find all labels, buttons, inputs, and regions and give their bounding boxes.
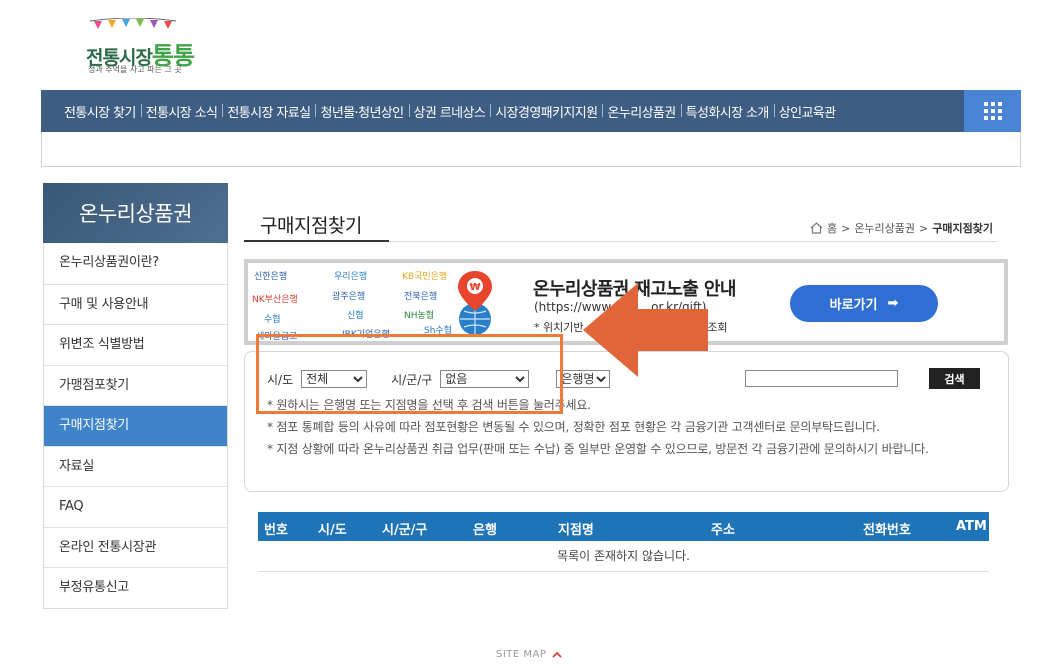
go-button-label: 바로가기 [829, 298, 878, 313]
search-button[interactable]: 검색 [929, 368, 980, 389]
all-menu-button[interactable] [964, 90, 1021, 132]
sidebar-item-branch-search[interactable]: 구매지점찾기 [44, 405, 227, 446]
nav-item-youth-mall[interactable]: 청년몰·청년상인 [315, 102, 408, 121]
sidebar-item-purchase-guide[interactable]: 구매 및 사용안내 [44, 283, 227, 325]
bank-logo: NH농협 [404, 311, 435, 321]
bank-logo: 수협 [264, 315, 281, 325]
empty-message: 목록이 존재하지 않습니다. [258, 541, 989, 572]
table-header: 번호 시/도 시/군/구 은행 지점명 주소 전화번호 ATM [258, 512, 989, 541]
sidebar-item-report[interactable]: 부정유통신고 [44, 567, 227, 608]
bank-logo: 새마을금고 [256, 332, 298, 342]
column-header: 전화번호 [863, 523, 911, 538]
sidebar-item-about[interactable]: 온누리상품권이란? [44, 243, 227, 284]
submenu-bar [41, 132, 1021, 167]
bank-logo: 우리은행 [334, 272, 368, 282]
branch-keyword-input[interactable] [745, 370, 898, 387]
svg-text:₩: ₩ [469, 282, 480, 293]
sitemap-toggle[interactable]: SITE MAP [496, 649, 563, 660]
bank-logo: Sh수협 [424, 326, 452, 336]
bank-logo: 전북은행 [404, 292, 438, 302]
bank-logo: NK부산은행 [252, 295, 298, 305]
nav-item-renaissance[interactable]: 상권 르네상스 [408, 102, 491, 121]
arrow-right-icon: ➡ [887, 296, 899, 311]
breadcrumb: 홈 > 온누리상품권 > 구매지점찾기 [810, 220, 993, 236]
nav-item-specialized-market[interactable]: 특성화시장 소개 [680, 102, 774, 121]
banner-title: 온누리상품권 재고노출 안내 [533, 279, 736, 300]
stock-info-banner: 신한은행 우리은행 KB국민은행 NK부산은행 광주은행 전북은행 수협 신협 … [244, 259, 1008, 345]
banner-description: * 위치기반 재고 조회 [534, 321, 728, 334]
column-header: 주소 [711, 523, 735, 538]
note-text: * 점포 통폐합 등의 사유에 따라 점포현황은 변동될 수 있으며, 정확한 … [267, 420, 880, 434]
sitemap-label: SITE MAP [496, 649, 547, 660]
bank-logo: 광주은행 [332, 292, 366, 302]
bunting-flags-icon [89, 18, 177, 29]
column-header: 지점명 [558, 523, 594, 538]
note-text: * 지점 상황에 따라 온누리상품권 취급 업무(판매 또는 수납) 중 일부만… [267, 442, 929, 456]
bank-logo: 신한은행 [254, 272, 288, 282]
column-header: 시/도 [318, 523, 347, 538]
sigungu-label: 시/군/구 [391, 372, 433, 387]
column-header: 은행 [473, 523, 497, 538]
column-header: 번호 [264, 523, 288, 538]
bank-logo: KB국민은행 [402, 272, 448, 282]
sidebar-item-archive[interactable]: 자료실 [44, 445, 227, 487]
search-panel: 시/도 전체 시/군/구 없음 은행명 검색 * 원하시는 은행명 또는 지점명… [244, 351, 1009, 492]
sidebar-item-counterfeit[interactable]: 위변조 식별방법 [44, 324, 227, 365]
site-logo[interactable]: 전통시장통통 정과 추억을 사고 파는 그 곳 [84, 18, 204, 76]
chevron-up-icon [552, 651, 563, 658]
breadcrumb-onnuri[interactable]: 온누리상품권 [854, 220, 915, 236]
banner-url: (https://www or.kr/gift) [534, 300, 707, 314]
breadcrumb-current: 구매지점찾기 [932, 222, 993, 235]
home-icon [810, 222, 823, 234]
grid-icon [983, 102, 1002, 120]
sidebar-title: 온누리상품권 [43, 183, 228, 243]
title-divider [389, 241, 998, 242]
bank-logo: IBK기업은행 [342, 330, 390, 340]
nav-item-market-archive[interactable]: 전통시장 자료실 [222, 102, 315, 121]
nav-item-market-search[interactable]: 전통시장 찾기 [59, 102, 141, 121]
nav-item-management-package[interactable]: 시장경영패키지지원 [490, 102, 602, 121]
search-notes: * 원하시는 은행명 또는 지점명을 선택 후 검색 버튼을 눌러주세요. * … [267, 395, 992, 461]
sido-label: 시/도 [267, 372, 294, 387]
nav-item-market-news[interactable]: 전통시장 소식 [140, 102, 223, 121]
chevron-right-icon: > [841, 221, 851, 235]
breadcrumb-home[interactable]: 홈 [827, 220, 837, 236]
nav-item-onnuri[interactable]: 온누리상품권 [602, 102, 680, 121]
sidebar-item-faq[interactable]: FAQ [44, 486, 227, 527]
column-header: 시/군/구 [382, 523, 428, 538]
bank-logo: 신협 [347, 311, 364, 321]
sido-select[interactable]: 전체 [301, 370, 368, 388]
sidebar-item-online-market[interactable]: 온라인 전통시장관 [44, 526, 227, 568]
note-text: * 원하시는 은행명 또는 지점명을 선택 후 검색 버튼을 눌러주세요. [267, 398, 591, 412]
nav-item-merchant-education[interactable]: 상인교육관 [773, 102, 841, 121]
location-globe-icon: ₩ [458, 271, 492, 335]
column-header: ATM [956, 519, 987, 534]
sidebar: 온누리상품권 온누리상품권이란? 구매 및 사용안내 위변조 식별방법 가맹점포… [43, 183, 228, 609]
go-button[interactable]: 바로가기 ➡ [790, 285, 938, 322]
bank-select[interactable]: 은행명 [556, 370, 611, 388]
sidebar-item-merchant-search[interactable]: 가맹점포찾기 [44, 364, 227, 406]
main-nav: 전통시장 찾기 전통시장 소식 전통시장 자료실 청년몰·청년상인 상권 르네상… [41, 90, 1021, 132]
sidebar-menu: 온누리상품권이란? 구매 및 사용안내 위변조 식별방법 가맹점포찾기 구매지점… [43, 243, 228, 609]
chevron-right-icon: > [919, 221, 929, 235]
page-title: 구매지점찾기 [244, 200, 389, 242]
logo-slogan: 정과 추억을 사고 파는 그 곳 [88, 65, 182, 74]
branch-table: 번호 시/도 시/군/구 은행 지점명 주소 전화번호 ATM 목록이 존재하지… [258, 512, 989, 572]
sigungu-select[interactable]: 없음 [440, 370, 530, 388]
